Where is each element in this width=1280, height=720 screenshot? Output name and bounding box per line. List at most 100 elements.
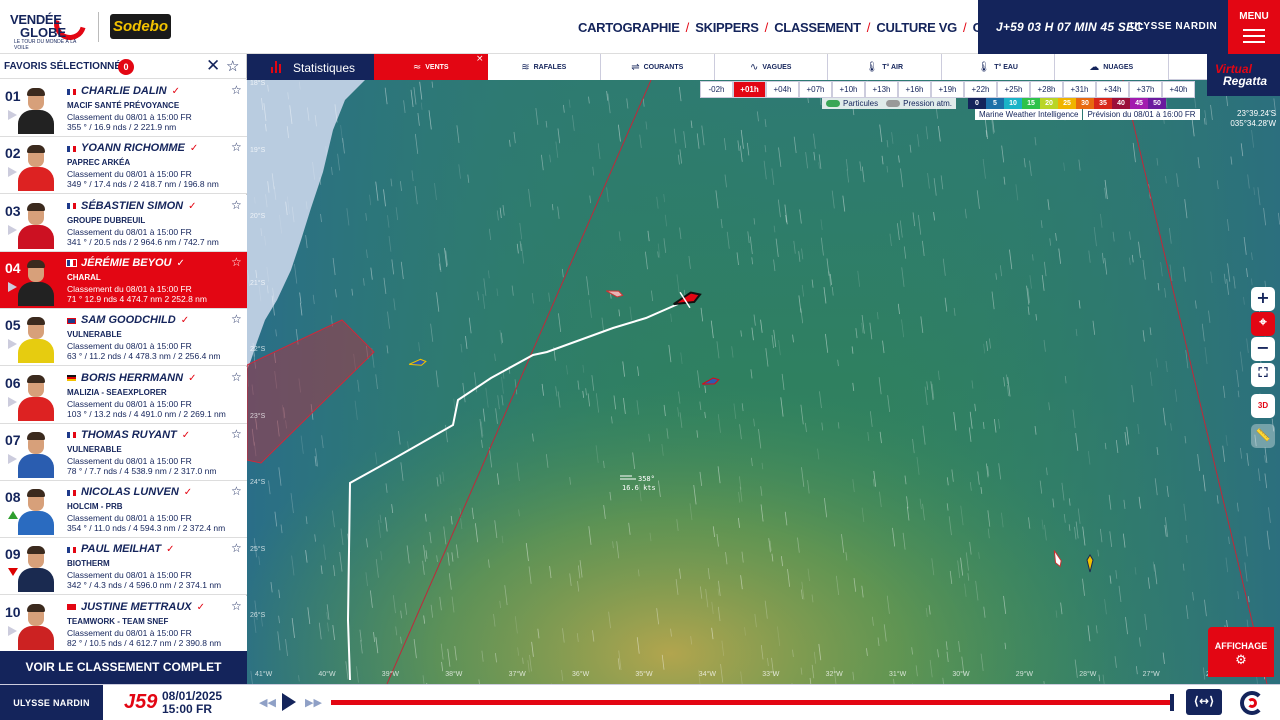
fullscreen-icon[interactable]: ⛶ [1251,363,1275,387]
time-step-button[interactable]: +07h [799,81,832,98]
latitude-label: 20°S [250,213,266,220]
skipper-row[interactable]: 05 SAM GOODCHILD ✓ VULNERABLE Classement du … [0,309,247,367]
fit-view-button[interactable]: ⟨↔⟩ [1186,689,1222,715]
time-step-button[interactable]: +28h [1030,81,1063,98]
rewind-icon[interactable]: ◀◀ [259,696,276,709]
timeline-date: 08/01/2025 15:00 FR [162,690,222,716]
flag-ch-icon [67,604,76,611]
favorite-star-icon[interactable]: ☆ [231,541,242,555]
time-step-button[interactable]: +04h [766,81,799,98]
time-step-button[interactable]: +16h [898,81,931,98]
layer-tab-t-air[interactable]: 🌡 T° AIR [828,54,942,80]
time-step-button[interactable]: +10h [832,81,865,98]
map-svg[interactable] [247,80,1280,684]
pressure-toggle[interactable]: Pression atm. [882,98,957,109]
ruler-icon[interactable]: 📏 [1251,424,1275,448]
skipper-name-line: PAUL MEILHAT ✓ [67,543,243,556]
layer-tab-rafales[interactable]: ≋ RAFALES [487,54,601,80]
virtual-regatta-round-logo[interactable] [1236,690,1270,716]
zoom-out-button[interactable]: − [1251,337,1275,361]
skipper-row[interactable]: 04 JÉRÉMIE BEYOU ✓ CHARAL Classement du 08/0… [0,251,247,309]
favorite-star-icon[interactable]: ☆ [231,312,242,326]
close-layer-icon[interactable]: × [476,54,484,64]
map-layer-toolbar: Statistiques ≈ VENTS × ≋ RAFALES ⇌ COURANTS ∿ VA… [247,54,1280,80]
skipper-row[interactable]: 07 THOMAS RUYANT ✓ VULNERABLE Classement du … [0,423,247,481]
time-step-button[interactable]: +40h [1162,81,1195,98]
favorite-star-icon[interactable]: ☆ [231,599,242,613]
skipper-row[interactable]: 06 BORIS HERRMANN ✓ MALIZIA - SEAEXPLORER Cl… [0,366,247,424]
skipper-photo-hair [27,202,45,211]
longitude-label: 33°W [762,671,780,678]
time-step-button[interactable]: -02h [700,81,733,98]
sponsor-logo[interactable]: Sodebo [110,14,171,39]
layer-tab-t-eau[interactable]: 🌡 T° EAU [941,54,1055,80]
check-icon: ✓ [166,544,175,556]
star-icon[interactable]: ☆ [226,57,239,75]
3d-view-button[interactable]: 3D [1251,394,1275,418]
scale-step: 5 [986,98,1004,109]
vendee-globe-logo[interactable]: VENDÉE GLOBE LE TOUR DU MONDE À LA VOILE [10,2,92,51]
toggle-on-icon [826,100,840,107]
time-step-button[interactable]: +01h [733,81,766,98]
skipper-team: GROUPE DUBREUIL [67,215,146,225]
particles-toggle[interactable]: Particules [822,98,883,109]
layer-tab-vents[interactable]: ≈ VENTS × [374,54,488,80]
layer-tab-courants[interactable]: ⇌ COURANTS [601,54,715,80]
virtual-regatta-logo[interactable]: Virtual Regatta [1207,54,1280,96]
flag-de-icon [67,375,76,381]
skipper-info: JÉRÉMIE BEYOU ✓ CHARAL Classement du 08/01 … [66,257,243,304]
layer-tab-vagues[interactable]: ∿ VAGUES [714,54,828,80]
fast-forward-icon[interactable]: ▶▶ [305,696,322,709]
layer-tab-nuages[interactable]: ☁ NUAGES [1055,54,1169,80]
skipper-row[interactable]: 08 NICOLAS LUNVEN ✓ HOLCIM - PRB Classement … [0,481,247,539]
timeline-slider-handle[interactable] [1170,694,1174,711]
favorite-star-icon[interactable]: ☆ [231,83,242,97]
check-icon: ✓ [188,200,197,212]
scale-step: 45 [1130,98,1148,109]
favorite-star-icon[interactable]: ☆ [231,370,242,384]
time-step-button[interactable]: +25h [997,81,1030,98]
favorite-star-icon[interactable]: ☆ [231,198,242,212]
display-settings-button[interactable]: AFFICHAGE ⚙ [1208,627,1274,677]
skipper-row[interactable]: 09 PAUL MEILHAT ✓ BIOTHERM Classement du 08/… [0,538,247,596]
cursor-lon: 035°34.28'W [1230,119,1276,128]
skipper-row[interactable]: 01 CHARLIE DALIN ✓ MACIF SANTÉ PRÉVOYANCE Cl… [0,80,247,137]
favorite-star-icon[interactable]: ☆ [231,427,242,441]
map-canvas[interactable] [247,80,1280,684]
time-step-button[interactable]: +31h [1063,81,1096,98]
time-step-button[interactable]: +37h [1129,81,1162,98]
latitude-label: 25°S [250,545,266,553]
forecast-meta: Marine Weather Intelligence Prévision du… [975,109,1201,120]
skipper-row[interactable]: 10 JUSTINE METTRAUX ✓ TEAMWORK - TEAM SNEF C… [0,595,247,653]
zoom-in-button[interactable]: + [1251,287,1275,311]
skipper-name-line: JÉRÉMIE BEYOU ✓ [66,257,243,270]
favorite-star-icon[interactable]: ☆ [231,484,242,498]
scale-step: 0 [968,98,986,109]
favorite-star-icon[interactable]: ☆ [231,255,242,269]
nav-link-culture-vg[interactable]: CULTURE VG [876,20,957,35]
see-full-ranking-button[interactable]: VOIR LE CLASSEMENT COMPLET [0,651,247,684]
skipper-row[interactable]: 02 YOANN RICHOMME ✓ PAPREC ARKÉA Classement … [0,137,247,195]
latitude-label: 24°S [250,479,266,486]
nav-link-classement[interactable]: CLASSEMENT [774,20,861,35]
time-step-button[interactable]: +19h [931,81,964,98]
favorite-star-icon[interactable]: ☆ [231,140,242,154]
time-step-button[interactable]: +13h [865,81,898,98]
nav-link-cartographie[interactable]: CARTOGRAPHIE [578,20,680,35]
menu-button[interactable]: MENU [1228,0,1280,54]
time-step-button[interactable]: +22h [964,81,997,98]
skipper-photo-body [18,110,54,134]
skipper-photo [15,256,57,306]
locate-icon[interactable]: ⌖ [1251,312,1275,336]
close-icon[interactable]: ✕ [206,56,220,76]
latitude-label: 18°S [250,80,266,87]
nav-link-skippers[interactable]: SKIPPERS [695,20,759,35]
map-legend-toggles: Particules Pression atm. [822,98,957,109]
menu-label: MENU [1239,11,1269,22]
statistics-button[interactable]: Statistiques [247,54,374,80]
longitude-label: 35°W [635,671,653,678]
timeline-slider[interactable] [331,694,1174,711]
skipper-row[interactable]: 03 SÉBASTIEN SIMON ✓ GROUPE DUBREUIL Classem… [0,194,247,252]
time-step-button[interactable]: +34h [1096,81,1129,98]
play-icon[interactable] [282,693,296,711]
